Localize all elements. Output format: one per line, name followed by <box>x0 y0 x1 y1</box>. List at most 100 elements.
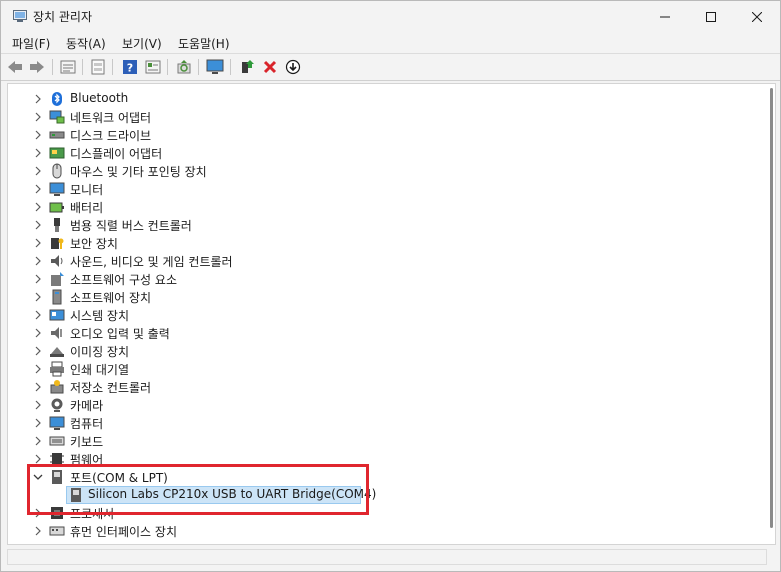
tree-category-row[interactable]: 프로세서 <box>8 504 768 522</box>
chevron-right-icon[interactable] <box>33 256 43 266</box>
chevron-right-icon[interactable] <box>33 346 43 356</box>
chevron-right-icon[interactable] <box>33 418 43 428</box>
tree-category-row[interactable]: 디스플레이 어댑터 <box>8 144 768 162</box>
back-button[interactable] <box>5 57 25 77</box>
chevron-right-icon[interactable] <box>33 436 43 446</box>
uninstall-button[interactable] <box>260 57 280 77</box>
toolbar-separator <box>52 59 53 75</box>
menu-action[interactable]: 동작(A) <box>64 35 108 52</box>
maximize-button[interactable] <box>688 1 734 32</box>
system-device-icon <box>49 309 65 321</box>
back-icon <box>8 61 22 73</box>
chevron-right-icon[interactable] <box>33 112 43 122</box>
help-button[interactable]: ? <box>120 57 140 77</box>
toolbar-separator <box>198 59 199 75</box>
tree-category-label: 펌웨어 <box>70 453 104 467</box>
tree-category-row[interactable]: 휴먼 인터페이스 장치 <box>8 522 768 540</box>
tree-device-row[interactable]: Silicon Labs CP210x USB to UART Bridge(C… <box>8 486 768 504</box>
chevron-right-icon[interactable] <box>33 328 43 338</box>
computer-icon <box>49 416 65 430</box>
tree-category-label: 포트(COM & LPT) <box>70 471 168 485</box>
tree-category-row[interactable]: 인쇄 대기열 <box>8 360 768 378</box>
toolbar-separator <box>82 59 83 75</box>
chevron-right-icon[interactable] <box>33 166 43 176</box>
tree-category-row[interactable]: Bluetooth <box>8 90 768 108</box>
tree-category-label: 시스템 장치 <box>70 309 130 323</box>
update-driver-icon <box>145 60 161 74</box>
tree-category-row[interactable]: 포트(COM & LPT) <box>8 468 768 486</box>
title-bar[interactable]: 장치 관리자 <box>1 1 780 32</box>
update-driver-button[interactable] <box>143 57 163 77</box>
port-icon <box>71 488 81 502</box>
tree-category-row[interactable]: 소프트웨어 구성 요소 <box>8 270 768 288</box>
menu-help[interactable]: 도움말(H) <box>176 35 232 52</box>
tree-category-row[interactable]: 배터리 <box>8 198 768 216</box>
disable-icon <box>285 59 301 75</box>
chevron-right-icon[interactable] <box>33 130 43 140</box>
status-segment <box>7 549 767 565</box>
tree-category-row[interactable]: 보안 장치 <box>8 234 768 252</box>
enable-device-button[interactable] <box>237 57 257 77</box>
chevron-right-icon[interactable] <box>33 148 43 158</box>
tree-category-row[interactable]: 모니터 <box>8 180 768 198</box>
tree-category-row[interactable]: 네트워크 어댑터 <box>8 108 768 126</box>
minimize-button[interactable] <box>642 1 688 32</box>
chevron-right-icon[interactable] <box>33 310 43 320</box>
firmware-icon <box>50 453 64 465</box>
tree-category-row[interactable]: 오디오 입력 및 출력 <box>8 324 768 342</box>
forward-button[interactable] <box>27 57 47 77</box>
chevron-right-icon[interactable] <box>33 382 43 392</box>
tree-category-row[interactable]: 키보드 <box>8 432 768 450</box>
tree-category-label: 프로세서 <box>70 507 115 521</box>
tree-category-row[interactable]: 카메라 <box>8 396 768 414</box>
chevron-right-icon[interactable] <box>33 508 43 518</box>
sound-icon <box>51 255 63 267</box>
tree-category-label: 소프트웨어 장치 <box>70 291 152 305</box>
vertical-scrollbar[interactable] <box>768 84 775 544</box>
tree-category-row[interactable]: 이미징 장치 <box>8 342 768 360</box>
hid-icon <box>49 526 65 536</box>
menu-view[interactable]: 보기(V) <box>120 35 164 52</box>
tree-category-row[interactable]: 저장소 컨트롤러 <box>8 378 768 396</box>
tree-category-label: 마우스 및 기타 포인팅 장치 <box>70 165 207 179</box>
disable-button[interactable] <box>283 57 303 77</box>
menu-file[interactable]: 파일(F) <box>10 35 52 52</box>
tree-category-label: 컴퓨터 <box>70 417 104 431</box>
tree-category-label: 이미징 장치 <box>70 345 130 359</box>
chevron-right-icon[interactable] <box>33 94 43 104</box>
toolbar-separator <box>112 59 113 75</box>
chevron-right-icon[interactable] <box>33 238 43 248</box>
device-tree[interactable]: Bluetooth 네트워크 어댑터디스크 드라이브 디스플레이 어댑터마우스 및 … <box>7 83 776 545</box>
show-hidden-icon <box>91 59 105 75</box>
chevron-right-icon[interactable] <box>33 202 43 212</box>
chevron-right-icon[interactable] <box>33 364 43 374</box>
tree-category-row[interactable]: 시스템 장치 <box>8 306 768 324</box>
chevron-right-icon[interactable] <box>33 526 43 536</box>
tree-category-row[interactable]: 범용 직렬 버스 컨트롤러 <box>8 216 768 234</box>
close-button[interactable] <box>734 1 780 32</box>
tree-category-row[interactable]: 펌웨어 <box>8 450 768 468</box>
properties-button[interactable] <box>58 57 78 77</box>
scan-hardware-button[interactable] <box>174 57 194 77</box>
chevron-right-icon[interactable] <box>33 184 43 194</box>
chevron-right-icon[interactable] <box>33 274 43 284</box>
chevron-down-icon[interactable] <box>33 472 43 482</box>
scrollbar-thumb[interactable] <box>770 88 773 528</box>
chevron-right-icon[interactable] <box>33 292 43 302</box>
tree-category-row[interactable]: 디스크 드라이브 <box>8 126 768 144</box>
enable-device-icon <box>242 60 254 73</box>
show-hidden-button[interactable] <box>88 57 108 77</box>
monitor-button[interactable] <box>205 57 225 77</box>
camera-icon <box>51 398 63 412</box>
tree-category-row[interactable]: 컴퓨터 <box>8 414 768 432</box>
tree-category-label: 보안 장치 <box>70 237 118 251</box>
tree-category-row[interactable]: 사운드, 비디오 및 게임 컨트롤러 <box>8 252 768 270</box>
tree-category-label: 오디오 입력 및 출력 <box>70 327 170 341</box>
chevron-right-icon[interactable] <box>33 220 43 230</box>
chevron-right-icon[interactable] <box>33 454 43 464</box>
chevron-right-icon[interactable] <box>33 400 43 410</box>
tree-category-row[interactable]: 마우스 및 기타 포인팅 장치 <box>8 162 768 180</box>
tree-category-label: 디스크 드라이브 <box>70 129 152 143</box>
tree-category-label: 네트워크 어댑터 <box>70 111 152 125</box>
tree-category-row[interactable]: 소프트웨어 장치 <box>8 288 768 306</box>
